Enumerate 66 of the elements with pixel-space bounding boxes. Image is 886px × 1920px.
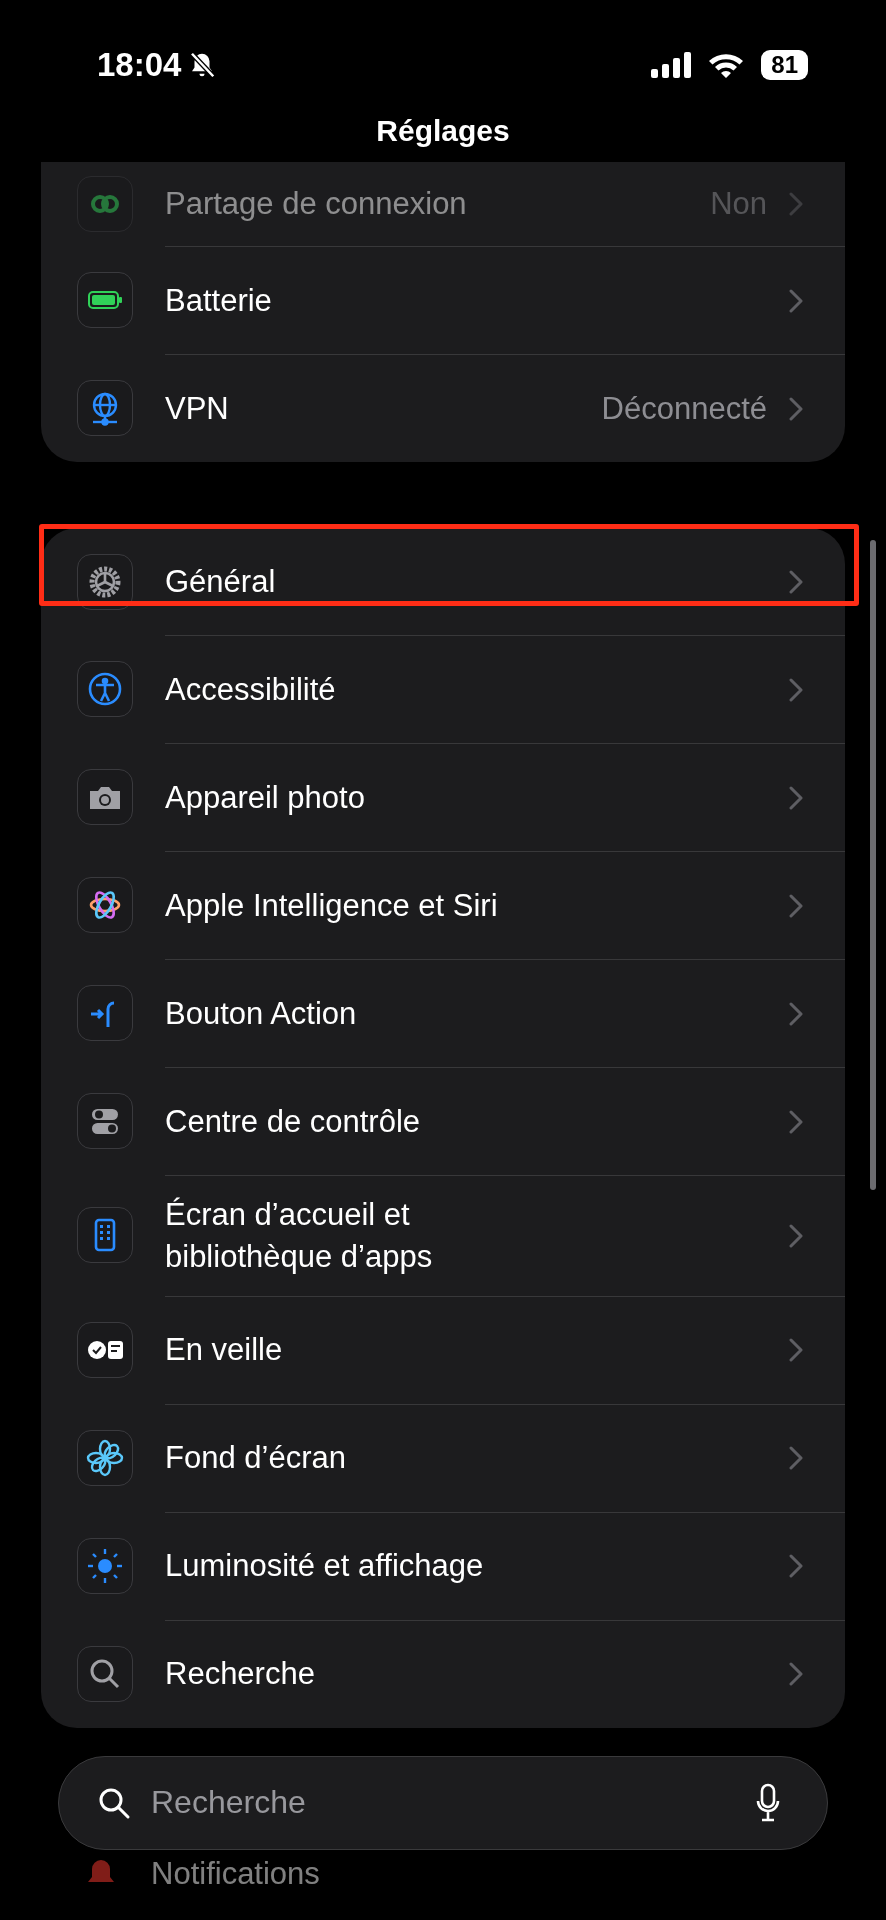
chevron-icon [789, 569, 803, 594]
row-label: Fond d’écran [165, 1439, 347, 1478]
camera-icon [77, 769, 133, 825]
row-label: Partage de connexion [165, 185, 468, 224]
chevron-icon [789, 1001, 803, 1026]
chevron-icon [789, 1109, 803, 1134]
row-label: Apple Intelligence et Siri [165, 886, 499, 925]
row-label: Batterie [165, 281, 273, 320]
status-time: 18:04 [97, 46, 182, 84]
settings-row[interactable]: Centre de contrôle [41, 1067, 845, 1175]
settings-row[interactable]: En veille [41, 1295, 845, 1404]
row-label: Accessibilité [165, 670, 337, 709]
row-label: Appareil photo [165, 778, 366, 817]
battery-icon [77, 272, 133, 328]
chevron-icon [789, 396, 803, 421]
chevron-icon [789, 893, 803, 918]
settings-row[interactable]: VPN Déconnecté [41, 354, 845, 462]
settings-row[interactable]: Général [41, 528, 845, 635]
settings-row[interactable]: Bouton Action [41, 959, 845, 1067]
row-label: VPN [165, 389, 230, 428]
chevron-icon [789, 192, 803, 216]
chain-links-icon [77, 176, 133, 232]
row-label: Luminosité et affichage [165, 1547, 485, 1586]
settings-row[interactable]: Fond d’écran [41, 1403, 845, 1512]
settings-row[interactable]: Appareil photo [41, 743, 845, 851]
row-label: Général [165, 562, 277, 601]
settings-row[interactable]: Batterie [41, 246, 845, 354]
search-field[interactable]: Recherche [58, 1755, 828, 1850]
page-title: Réglages [375, 114, 511, 149]
row-label: Notifications [151, 1855, 320, 1892]
chevron-icon [789, 1662, 803, 1687]
flower-loop-icon [77, 877, 133, 933]
row-label: Recherche [165, 1655, 316, 1694]
chevron-icon [789, 1554, 803, 1579]
arrow-bracket-icon [77, 985, 133, 1041]
settings-row[interactable]: Luminosité et affichage [41, 1511, 845, 1620]
chevron-icon [789, 1338, 803, 1363]
settings-row[interactable]: Écran d’accueil et bibliothèque d’apps [41, 1175, 845, 1296]
phone-grid-icon [77, 1207, 133, 1264]
clock-card-icon [77, 1321, 133, 1378]
row-value: Non [710, 186, 767, 222]
search-input[interactable]: Recherche [149, 1783, 737, 1823]
row-label: Centre de contrôle [165, 1102, 422, 1141]
chevron-icon [789, 677, 803, 702]
chevron-icon [789, 288, 803, 313]
settings-row[interactable]: Notifications [41, 1849, 845, 1898]
row-label: En veille [165, 1331, 284, 1370]
chevron-icon [789, 1446, 803, 1471]
wifi-icon [707, 51, 746, 79]
microphone-icon[interactable] [755, 1782, 781, 1823]
search-icon [77, 1645, 133, 1702]
chevron-icon [789, 1223, 803, 1248]
sun-icon [77, 1537, 133, 1594]
signal-icon [651, 52, 692, 78]
settings-row[interactable]: Apple Intelligence et Siri [41, 851, 845, 959]
flower-icon [77, 1429, 133, 1486]
battery-level-indicator: 81 [761, 50, 808, 80]
globe-network-icon [77, 380, 133, 436]
chevron-icon [789, 785, 803, 810]
settings-row[interactable]: Partage de connexion Non [41, 162, 845, 246]
row-value: Déconnecté [601, 390, 767, 427]
row-label: Bouton Action [165, 994, 358, 1033]
row-label: Écran d’accueil et bibliothèque d’apps [165, 1196, 434, 1276]
settings-row[interactable]: Recherche [41, 1619, 845, 1728]
settings-row[interactable]: Accessibilité [41, 635, 845, 743]
toggles-icon [77, 1093, 133, 1149]
